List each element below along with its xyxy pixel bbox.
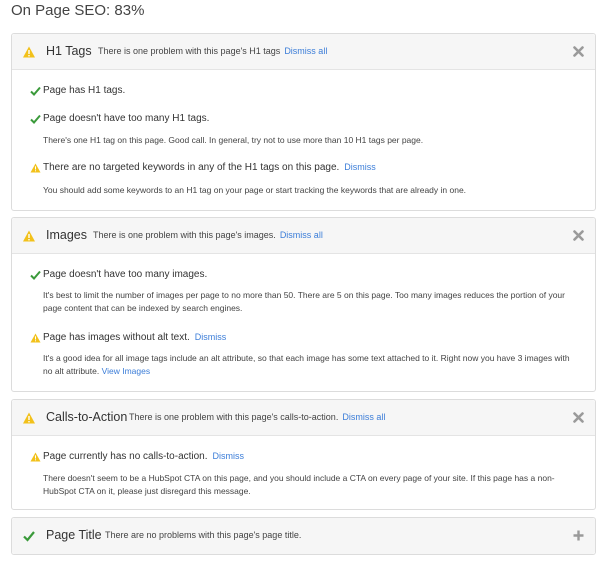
description-text: no alt attribute.	[43, 366, 100, 376]
summary-text: There is one problem with this page's ca…	[129, 412, 339, 422]
summary-text: There is one problem with this page's H1…	[98, 46, 281, 56]
page-title: On Page SEO: 83%	[11, 2, 145, 19]
warning-icon	[22, 45, 36, 59]
close-icon[interactable]	[573, 46, 584, 57]
warning-icon	[30, 333, 41, 343]
description-line: page content that can be indexed by sear…	[43, 303, 243, 313]
description-line: It's a good idea for all image tags incl…	[43, 353, 570, 363]
check-icon	[30, 114, 41, 124]
item-description: You should add some keywords to an H1 ta…	[43, 185, 467, 195]
dismiss-link[interactable]: Dismiss	[213, 451, 245, 461]
section-title: Calls-to-Action	[46, 410, 128, 424]
section-summary: There is one problem with this page's ca…	[129, 412, 385, 422]
item-text: Page has images without alt text. Dismiss	[43, 332, 226, 343]
item-text: There are no targeted keywords in any of…	[43, 162, 376, 173]
description-line: There doesn't seem to be a HubSpot CTA o…	[43, 473, 555, 483]
warning-icon	[30, 163, 41, 173]
section-page-title: Page Title There are no problems with th…	[11, 517, 596, 555]
close-icon[interactable]	[573, 230, 584, 241]
section-images: Images There is one problem with this pa…	[11, 217, 596, 392]
warning-icon	[22, 229, 36, 243]
item-text: Page doesn't have too many H1 tags.	[43, 113, 210, 124]
item-label: Page has images without alt text.	[43, 332, 190, 343]
section-calls-to-action: Calls-to-Action There is one problem wit…	[11, 399, 596, 510]
dismiss-link[interactable]: Dismiss	[195, 332, 227, 342]
section-title: Images	[46, 228, 87, 242]
section-h1-tags: H1 Tags There is one problem with this p…	[11, 33, 596, 211]
dismiss-all-link[interactable]: Dismiss all	[280, 230, 323, 240]
section-header-h1-tags[interactable]: H1 Tags There is one problem with this p…	[12, 34, 595, 70]
warning-icon	[22, 411, 36, 425]
section-title: H1 Tags	[46, 44, 92, 58]
view-images-link[interactable]: View Images	[102, 366, 151, 376]
check-icon	[22, 529, 36, 543]
section-header-page-title[interactable]: Page Title There are no problems with th…	[12, 518, 595, 554]
check-icon	[30, 270, 41, 280]
item-description: It's a good idea for all image tags incl…	[43, 352, 578, 378]
dismiss-all-link[interactable]: Dismiss all	[284, 46, 327, 56]
section-summary: There is one problem with this page's H1…	[98, 46, 327, 56]
description-line: It's best to limit the number of images …	[43, 290, 565, 300]
close-icon[interactable]	[573, 412, 584, 423]
summary-text: There is one problem with this page's im…	[93, 230, 276, 240]
item-description: It's best to limit the number of images …	[43, 289, 578, 315]
check-icon	[30, 86, 41, 96]
dismiss-link[interactable]: Dismiss	[344, 162, 376, 172]
section-summary: There are no problems with this page's p…	[105, 530, 302, 540]
section-header-calls-to-action[interactable]: Calls-to-Action There is one problem wit…	[12, 400, 595, 436]
warning-icon	[30, 452, 41, 462]
section-summary: There is one problem with this page's im…	[93, 230, 323, 240]
item-text: Page currently has no calls-to-action. Di…	[43, 451, 244, 462]
description-line: HubSpot CTA on it, please just disregard…	[43, 486, 251, 496]
item-text: Page has H1 tags.	[43, 85, 126, 96]
item-label: Page currently has no calls-to-action.	[43, 451, 208, 462]
section-header-images[interactable]: Images There is one problem with this pa…	[12, 218, 595, 254]
plus-icon[interactable]	[573, 530, 584, 541]
item-label: There are no targeted keywords in any of…	[43, 162, 340, 173]
dismiss-all-link[interactable]: Dismiss all	[342, 412, 385, 422]
section-title: Page Title	[46, 528, 102, 542]
description-line: no alt attribute. View Images	[43, 365, 578, 378]
item-description: There doesn't seem to be a HubSpot CTA o…	[43, 472, 578, 498]
item-description: There's one H1 tag on this page. Good ca…	[43, 135, 424, 145]
item-text: Page doesn't have too many images.	[43, 269, 208, 280]
